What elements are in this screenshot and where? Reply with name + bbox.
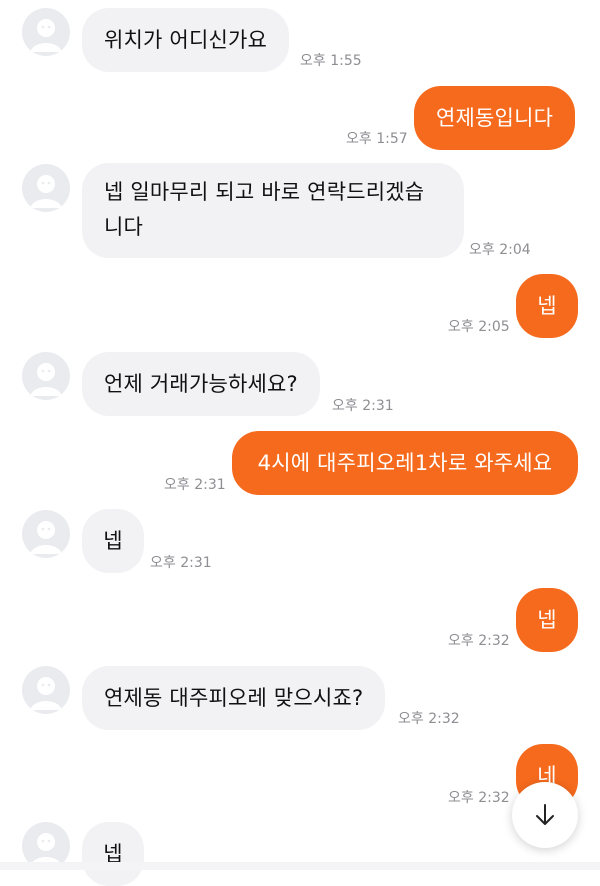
avatar[interactable] <box>22 164 70 212</box>
avatar[interactable] <box>22 510 70 558</box>
message-time: 오후 2:05 <box>448 319 510 335</box>
bottom-bar <box>0 862 600 870</box>
default-profile-icon <box>30 521 62 554</box>
message-time: 오후 2:32 <box>448 790 510 806</box>
default-profile-icon <box>30 175 62 208</box>
message-bubble[interactable]: 넵 <box>516 274 578 338</box>
default-profile-icon <box>30 19 62 52</box>
avatar[interactable] <box>22 8 70 56</box>
chat-list[interactable]: 위치가 어디신가요 오후 1:55 연제동입니다 오후 1:57 넵 일마무리 … <box>0 0 600 886</box>
message-time: 오후 2:31 <box>332 398 394 414</box>
message-bubble[interactable]: 4시에 대주피오레1차로 와주세요 <box>232 431 578 495</box>
message-time: 오후 1:57 <box>346 131 408 147</box>
avatar[interactable] <box>22 352 70 400</box>
message-time: 오후 2:31 <box>150 555 212 571</box>
message-bubble[interactable]: 연제동입니다 <box>414 86 576 150</box>
message-time: 오후 2:04 <box>469 242 531 258</box>
message-bubble[interactable]: 넵 <box>516 588 578 652</box>
message-bubble[interactable]: 위치가 어디신가요 <box>82 8 290 72</box>
default-profile-icon <box>30 363 62 396</box>
scroll-to-bottom-button[interactable] <box>512 782 578 848</box>
message-bubble[interactable]: 연제동 대주피오레 맞으시죠? <box>82 666 386 730</box>
message-bubble[interactable]: 넵 일마무리 되고 바로 연락드리겠습니다 <box>82 163 464 258</box>
default-profile-icon <box>30 677 62 710</box>
message-time: 오후 2:32 <box>448 633 510 649</box>
message-bubble[interactable]: 넵 <box>82 509 144 573</box>
message-bubble[interactable]: 언제 거래가능하세요? <box>82 352 320 416</box>
message-time: 오후 2:32 <box>398 711 460 727</box>
message-time: 오후 2:31 <box>164 477 226 493</box>
message-bubble[interactable]: 넵 <box>82 822 144 886</box>
avatar[interactable] <box>22 666 70 714</box>
message-time: 오후 1:55 <box>300 53 362 69</box>
arrow-down-icon <box>536 804 554 825</box>
